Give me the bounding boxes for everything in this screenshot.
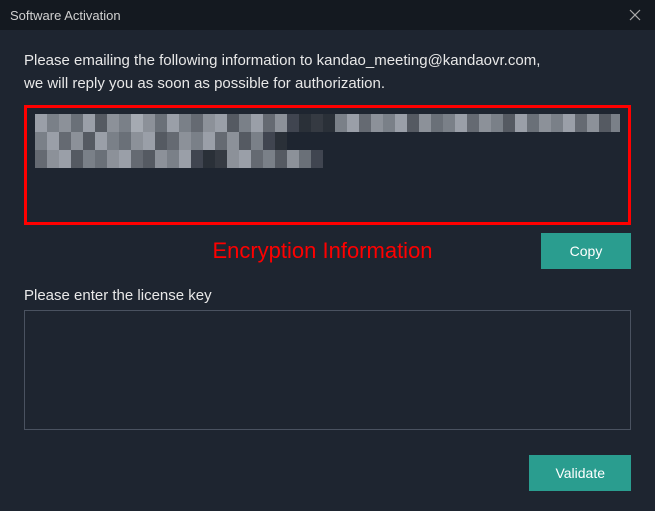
window-title: Software Activation: [10, 8, 121, 23]
instruction-line2: we will reply you as soon as possible fo…: [24, 73, 631, 96]
close-icon[interactable]: [625, 5, 645, 25]
copy-button[interactable]: Copy: [541, 233, 631, 269]
validate-button[interactable]: Validate: [529, 455, 631, 491]
license-key-label: Please enter the license key: [24, 287, 631, 304]
validate-row: Validate: [24, 455, 631, 491]
instruction-text: Please emailing the following informatio…: [24, 50, 631, 95]
annotation-row: Encryption Information Copy: [24, 233, 631, 269]
encryption-annotation-label: Encryption Information: [24, 238, 541, 264]
encryption-info-box: [24, 105, 631, 225]
titlebar: Software Activation: [0, 0, 655, 30]
instruction-line1: Please emailing the following informatio…: [24, 50, 631, 73]
dialog-content: Please emailing the following informatio…: [0, 30, 655, 511]
encryption-data-obscured: [35, 114, 620, 174]
license-key-input[interactable]: [24, 310, 631, 430]
